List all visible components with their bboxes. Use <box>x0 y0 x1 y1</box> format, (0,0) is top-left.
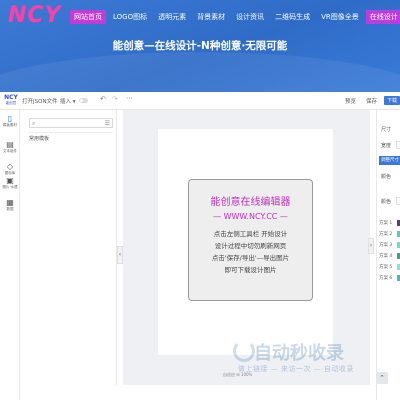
text-icon: ▤ <box>6 140 14 149</box>
insert-menu[interactable]: 插入 ▾ <box>60 97 76 105</box>
nav-item-backgrounds[interactable]: 背景素材 <box>193 10 229 24</box>
site-logo[interactable]: NCY <box>8 3 62 28</box>
card-line: 点击左侧工具栏 开始设计 <box>213 230 288 238</box>
left-panel: ⌕ ☰ 常用模板 <box>21 110 117 385</box>
right-panel: 尺寸 宽度 调整尺寸 颜色 颜色 方案 1 方案 2 方案 3 方案 4 方案 … <box>376 110 400 400</box>
data-icon: ▦ <box>6 198 14 207</box>
watermark-logo-icon <box>233 340 255 362</box>
back-to-top-icon[interactable]: ⌃ <box>376 372 388 384</box>
watermark-title: 自动秒收录 <box>254 343 344 364</box>
tool-rail: ▯ 模板素材 ▤ 文本组件 ◇ 图标库 ▣ 图片·水透 ▦ 数据 <box>0 110 20 400</box>
scheme-label[interactable]: 方案 6 <box>379 275 392 281</box>
nav-item-design-news[interactable]: 设计资讯 <box>232 10 268 24</box>
nav-item-logo-icons[interactable]: LOGO图标 <box>109 10 151 24</box>
save-button[interactable]: 保存 <box>366 97 377 105</box>
rail-item-templates[interactable]: ▯ 模板素材 <box>0 114 20 127</box>
scheme-label[interactable]: 方案 5 <box>379 264 392 270</box>
scheme-label[interactable]: 方案 2 <box>379 231 392 237</box>
nav-item-qrcode[interactable]: 二维码生成 <box>271 10 314 24</box>
section-label[interactable]: 常用模板 <box>29 135 49 142</box>
icon-library-icon: ◇ <box>6 162 14 171</box>
main-nav: 网站首页 LOGO图标 透明元素 背景素材 设计资讯 二维码生成 VR图像全景 … <box>70 10 400 24</box>
site-header: NCY 网站首页 LOGO图标 透明元素 背景素材 设计资讯 二维码生成 VR图… <box>0 0 400 92</box>
search-icon: ⌕ <box>32 120 36 127</box>
open-json-button[interactable]: 打开JSON文件 <box>22 97 58 105</box>
redo-icon[interactable]: ↷ <box>112 95 118 103</box>
color-label: 颜色 <box>381 174 392 180</box>
card-line: 即可下载设计图片 <box>224 266 277 274</box>
card-line: 设计过程中切勿刷新网页 <box>214 242 287 250</box>
more-icon[interactable]: ⋯ <box>126 94 133 102</box>
divider <box>29 132 113 133</box>
card-title: 能创意在线编辑器 <box>210 197 291 208</box>
editor-logo-text: NCY <box>4 94 18 101</box>
card-line: 点击'保存/导出'—导出图片 <box>211 254 290 262</box>
width-input[interactable] <box>396 141 400 149</box>
welcome-card[interactable]: 能创意在线编辑器 — WWW.NCY.CC — 点击左侧工具栏 开始设计 设计过… <box>188 179 313 301</box>
scheme-label[interactable]: 方案 3 <box>379 242 392 248</box>
rail-label: 模板素材 <box>3 123 17 127</box>
image-icon: ▣ <box>6 176 14 185</box>
preview-button[interactable]: 预览 <box>345 97 356 105</box>
toggle-switch[interactable] <box>79 98 88 103</box>
filter-icon[interactable]: ☰ <box>105 119 110 128</box>
nav-item-home[interactable]: 网站首页 <box>70 10 106 24</box>
rail-item-icons[interactable]: ◇ 图标库 <box>0 162 20 175</box>
nav-item-online-design[interactable]: 在线设计 <box>365 10 400 24</box>
rail-label: 文本组件 <box>3 149 17 153</box>
adjust-size-button[interactable]: 调整尺寸 <box>379 156 400 165</box>
scheme-label[interactable]: 方案 1 <box>379 220 392 226</box>
color-picker[interactable] <box>396 197 400 205</box>
nav-item-transparent-elements[interactable]: 透明元素 <box>154 10 190 24</box>
editor-logo[interactable]: NCY 能创意 <box>4 94 18 105</box>
rail-item-text[interactable]: ▤ 文本组件 <box>0 140 20 153</box>
undo-icon[interactable]: ↶ <box>100 95 106 103</box>
editor-logo-subtext: 能创意 <box>5 101 17 105</box>
size-label: 尺寸 <box>381 127 392 133</box>
download-button[interactable]: 下载 <box>384 96 400 105</box>
collapse-right-panel-button[interactable]: › <box>368 238 374 254</box>
insert-label: 插入 <box>60 99 72 105</box>
search-box: ⌕ ☰ <box>29 118 113 128</box>
search-input[interactable] <box>40 119 100 127</box>
rail-label: 数据 <box>6 207 14 211</box>
rail-item-data[interactable]: ▦ 数据 <box>0 198 20 211</box>
color-sublabel: 颜色 <box>381 199 392 205</box>
template-icon: ▯ <box>7 114 13 123</box>
rail-label: 图片·水透 <box>2 185 18 189</box>
rail-label: 图标库 <box>4 171 16 175</box>
design-page[interactable]: 能创意在线编辑器 — WWW.NCY.CC — 点击左侧工具栏 开始设计 设计过… <box>158 129 333 355</box>
editor-toolbar: NCY 能创意 打开JSON文件 插入 ▾ ↶ ↷ ⋯ 预览 保存 下载 <box>0 92 400 110</box>
width-label: 宽度 <box>381 143 392 149</box>
rail-item-images[interactable]: ▣ 图片·水透 <box>0 176 20 189</box>
scheme-label[interactable]: 方案 4 <box>379 253 392 259</box>
hero-wave-decoration <box>0 52 400 92</box>
watermark-subtitle: 做上链接 — 来访一次 — 自动收录 <box>238 365 354 373</box>
hero-title: 能创意—在线设计-N种创意·无限可能 <box>112 40 288 52</box>
card-url: — WWW.NCY.CC — <box>213 212 288 221</box>
nav-item-vr-panorama[interactable]: VR图像全景 <box>317 10 363 24</box>
